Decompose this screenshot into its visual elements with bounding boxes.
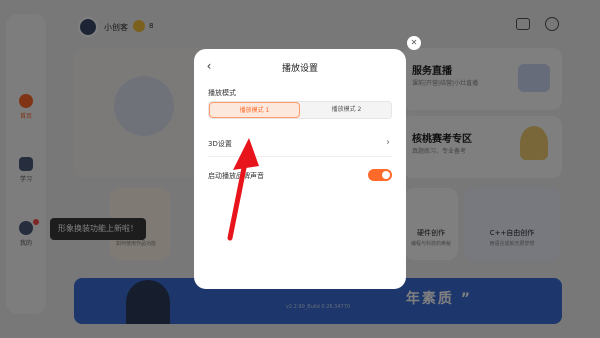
play-mode-segmented-control: 播放模式 1 播放模式 2 xyxy=(208,101,392,119)
play-mode-label: 播放模式 xyxy=(208,89,236,97)
dialog-title: 播放设置 xyxy=(281,64,318,74)
chevron-right-icon: › xyxy=(386,137,390,148)
toggle-knob xyxy=(382,171,390,179)
playback-settings-dialog: ‹ 播放设置 播放模式 播放模式 1 播放模式 2 3D设置 › 启动播放品牌声… xyxy=(194,49,406,289)
play-mode-1-option[interactable]: 播放模式 1 xyxy=(209,102,300,118)
close-icon[interactable]: ✕ xyxy=(407,36,421,50)
brand-sound-toggle[interactable] xyxy=(368,169,392,181)
play-mode-2-option[interactable]: 播放模式 2 xyxy=(301,102,392,118)
brand-sound-label: 启动播放品牌声音 xyxy=(208,172,264,180)
3d-settings-label: 3D设置 xyxy=(208,140,232,148)
brand-sound-row: 启动播放品牌声音 xyxy=(208,169,392,187)
3d-settings-row[interactable]: 3D设置 › xyxy=(208,137,392,157)
